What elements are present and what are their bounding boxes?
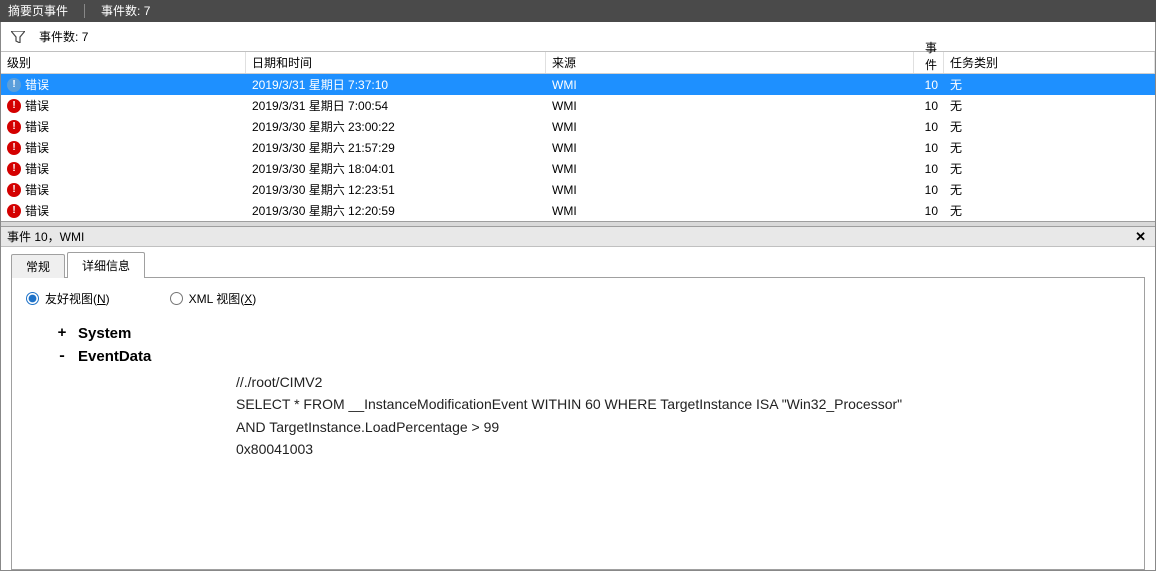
cell-level: 错误 [25,160,49,177]
tree-node-eventdata[interactable]: - EventData [56,348,1130,365]
cell-date: 2019/3/30 星期六 23:00:22 [246,116,546,137]
cell-task: 无 [944,158,1155,179]
table-header: 级别 日期和时间 来源 事件 ID 任务类别 [1,52,1155,74]
eventdata-line: //./root/CIMV2 [236,371,916,393]
cell-source: WMI [546,74,914,95]
cell-task: 无 [944,200,1155,221]
filter-bar: 事件数: 7 [1,22,1155,52]
window-titlebar: 摘要页事件 事件数: 7 [0,0,1156,22]
cell-level: 错误 [25,118,49,135]
error-icon: ! [7,99,21,113]
main-frame: 事件数: 7 级别 日期和时间 来源 事件 ID 任务类别 ! 错误 2019/3/… [0,22,1156,571]
detail-pane: 事件 10，WMI ✕ 常规 详细信息 友好视图(N) XML 视图(X) [1,227,1155,570]
cell-source: WMI [546,179,914,200]
col-header-task[interactable]: 任务类别 [944,52,1155,73]
radio-xml-label: XML 视图(X) [189,290,257,307]
cell-date: 2019/3/30 星期六 12:23:51 [246,179,546,200]
title-separator [84,4,85,18]
filter-icon[interactable] [11,31,25,43]
title-count: 事件数: 7 [101,0,150,22]
cell-task: 无 [944,137,1155,158]
error-icon: ! [7,162,21,176]
cell-date: 2019/3/31 星期日 7:37:10 [246,74,546,95]
cell-id: 10 [914,116,944,137]
tabs-region: 常规 详细信息 友好视图(N) XML 视图(X) + [1,247,1155,570]
error-icon: ! [7,120,21,134]
table-row[interactable]: ! 错误 2019/3/30 星期六 21:57:29WMI10无 [1,137,1155,158]
cell-level: 错误 [25,139,49,156]
tab-strip: 常规 详细信息 [11,253,1145,277]
tree-label-eventdata: EventData [78,348,151,365]
tab-body: 友好视图(N) XML 视图(X) + System - EventData [11,277,1145,570]
radio-xml[interactable]: XML 视图(X) [170,290,257,307]
tab-general[interactable]: 常规 [11,254,65,278]
cell-date: 2019/3/31 星期日 7:00:54 [246,95,546,116]
cell-date: 2019/3/30 星期六 12:20:59 [246,200,546,221]
cell-source: WMI [546,158,914,179]
table-row[interactable]: ! 错误 2019/3/31 星期日 7:00:54WMI10无 [1,95,1155,116]
table-row[interactable]: ! 错误 2019/3/30 星期六 23:00:22WMI10无 [1,116,1155,137]
eventdata-line: 0x80041003 [236,438,916,460]
detail-title-text: 事件 10，WMI [7,228,84,245]
title-text: 摘要页事件 [8,0,68,22]
collapse-icon[interactable]: - [56,348,68,365]
expand-icon[interactable]: + [56,325,68,342]
cell-level: 错误 [25,181,49,198]
table-row[interactable]: ! 错误 2019/3/30 星期六 12:20:59WMI10无 [1,200,1155,221]
cell-date: 2019/3/30 星期六 21:57:29 [246,137,546,158]
cell-level: 错误 [25,97,49,114]
event-table: 级别 日期和时间 来源 事件 ID 任务类别 ! 错误 2019/3/31 星期日 … [1,52,1155,221]
eventdata-content: //./root/CIMV2 SELECT * FROM __InstanceM… [56,371,916,461]
close-icon[interactable]: ✕ [1132,229,1149,245]
error-icon: ! [7,204,21,218]
cell-task: 无 [944,74,1155,95]
error-icon: ! [7,183,21,197]
cell-level: 错误 [25,76,49,93]
detail-titlebar: 事件 10，WMI ✕ [1,227,1155,247]
tab-details[interactable]: 详细信息 [67,252,145,278]
table-row[interactable]: ! 错误 2019/3/30 星期六 18:04:01WMI10无 [1,158,1155,179]
detail-tree: + System - EventData //./root/CIMV2 SELE… [26,325,1130,461]
tree-label-system: System [78,325,131,342]
radio-xml-input[interactable] [170,292,183,305]
cell-date: 2019/3/30 星期六 18:04:01 [246,158,546,179]
cell-id: 10 [914,74,944,95]
cell-task: 无 [944,179,1155,200]
eventdata-line: SELECT * FROM __InstanceModificationEven… [236,393,916,438]
cell-source: WMI [546,95,914,116]
cell-task: 无 [944,116,1155,137]
cell-task: 无 [944,95,1155,116]
cell-level: 错误 [25,202,49,219]
table-row[interactable]: ! 错误 2019/3/31 星期日 7:37:10WMI10无 [1,74,1155,95]
filter-count: 事件数: 7 [39,28,88,45]
cell-id: 10 [914,137,944,158]
cell-source: WMI [546,116,914,137]
table-body: !错误2019/3/31 星期日 7:37:10WMI10无!错误2019/3/… [1,74,1155,221]
tree-node-system[interactable]: + System [56,325,1130,342]
radio-friendly-input[interactable] [26,292,39,305]
cell-id: 10 [914,95,944,116]
cell-source: WMI [546,200,914,221]
error-icon: ! [7,141,21,155]
radio-friendly-label: 友好视图(N) [45,290,110,307]
view-radio-group: 友好视图(N) XML 视图(X) [26,290,1130,307]
error-icon: ! [7,78,21,92]
col-header-source[interactable]: 来源 [546,52,914,73]
col-header-level[interactable]: 级别 [1,52,246,73]
cell-id: 10 [914,179,944,200]
col-header-id[interactable]: 事件 ID [914,52,944,73]
cell-source: WMI [546,137,914,158]
col-header-date[interactable]: 日期和时间 [246,52,546,73]
cell-id: 10 [914,158,944,179]
radio-friendly[interactable]: 友好视图(N) [26,290,110,307]
table-row[interactable]: ! 错误 2019/3/30 星期六 12:23:51WMI10无 [1,179,1155,200]
cell-id: 10 [914,200,944,221]
